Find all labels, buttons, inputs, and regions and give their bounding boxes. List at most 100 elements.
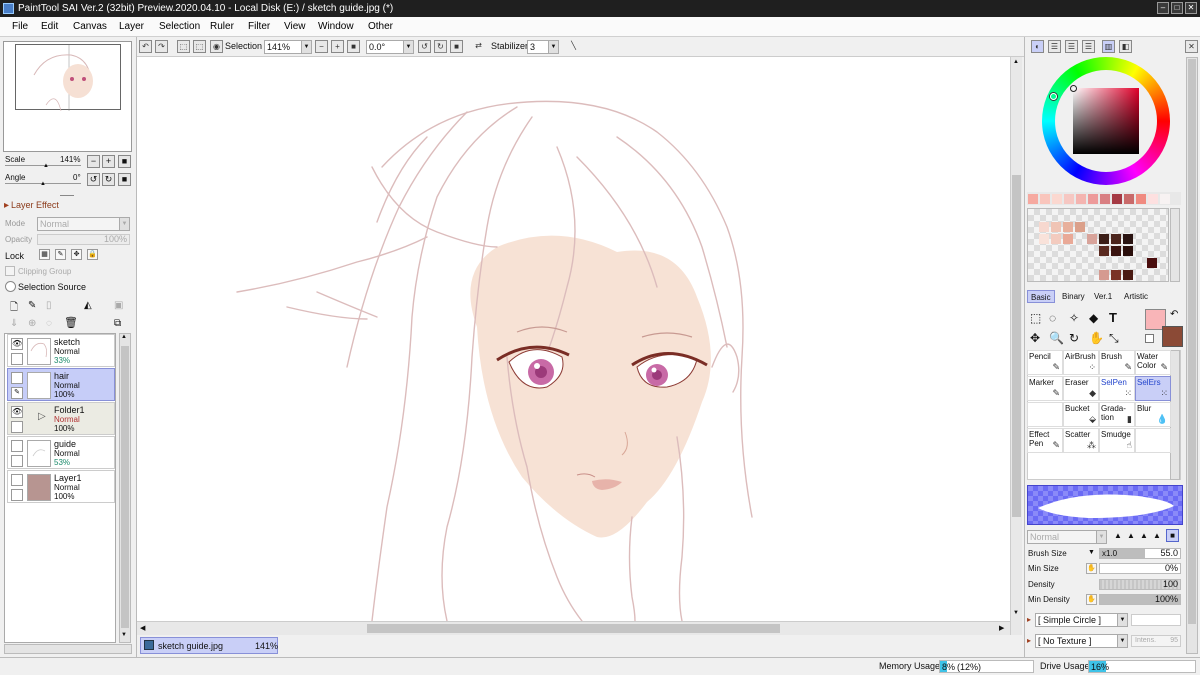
new-layer-icon[interactable]: 🗋 bbox=[10, 300, 18, 317]
vscroll-thumb[interactable] bbox=[1012, 175, 1021, 517]
new-folder-icon[interactable]: ▯ bbox=[46, 300, 52, 311]
palette-swatch[interactable] bbox=[1099, 246, 1109, 256]
palette-swatch[interactable] bbox=[1063, 234, 1073, 244]
selection-source-radio[interactable] bbox=[5, 281, 16, 292]
layer-lock-box[interactable] bbox=[11, 455, 23, 467]
new-linework-layer-icon[interactable]: ✎ bbox=[28, 300, 36, 311]
blend-mode-combo[interactable]: Normal ▼ bbox=[37, 217, 130, 231]
chevron-down-icon[interactable]: ▼ bbox=[548, 41, 558, 53]
palette-swatch[interactable] bbox=[1123, 234, 1133, 244]
tip-shape-2-icon[interactable]: ▲ bbox=[1127, 531, 1135, 540]
tab-basic[interactable]: Basic bbox=[1027, 290, 1055, 303]
stabilizer-combo[interactable]: 3 ▼ bbox=[527, 40, 559, 54]
palette-swatch[interactable] bbox=[1111, 270, 1121, 280]
rotate-reset-button[interactable]: ■ bbox=[450, 40, 463, 53]
lock-all-icon[interactable]: 🔒 bbox=[87, 249, 98, 260]
zoom-reset-button[interactable]: ■ bbox=[347, 40, 360, 53]
history-swatch[interactable] bbox=[1124, 194, 1134, 204]
scratchpad-icon[interactable]: ◧ bbox=[1119, 40, 1132, 53]
navigator-thumbnail[interactable] bbox=[15, 44, 121, 112]
menu-selection[interactable]: Selection bbox=[159, 21, 200, 32]
eye-icon[interactable]: 👁 bbox=[11, 338, 23, 350]
tool-smudge[interactable]: Smudge ☝ bbox=[1099, 428, 1135, 453]
scale-reset-button[interactable]: ■ bbox=[118, 155, 131, 168]
layer-lock-box[interactable] bbox=[11, 353, 23, 365]
document-tab[interactable]: sketch guide.jpg 141% bbox=[140, 637, 278, 654]
history-swatch[interactable] bbox=[1112, 194, 1122, 204]
chevron-down-icon[interactable]: ▼ bbox=[1096, 531, 1106, 543]
menu-layer[interactable]: Layer bbox=[119, 21, 144, 32]
panel-splitter[interactable] bbox=[60, 195, 74, 196]
chevron-down-icon[interactable]: ▼ bbox=[403, 41, 413, 53]
tab-ver1[interactable]: Ver.1 bbox=[1091, 290, 1115, 303]
tab-binary[interactable]: Binary bbox=[1059, 290, 1088, 303]
merge-down-icon[interactable]: ⊕ bbox=[28, 318, 36, 329]
hue-ring[interactable] bbox=[1042, 57, 1170, 185]
chevron-down-icon[interactable]: ▼ bbox=[301, 41, 311, 53]
hand-icon[interactable]: ✋ bbox=[1089, 331, 1104, 345]
tool-brush[interactable]: Brush ✎ bbox=[1099, 350, 1135, 375]
angle-slider-handle[interactable]: ▲ bbox=[40, 181, 46, 187]
scroll-down-icon[interactable]: ▼ bbox=[121, 632, 127, 638]
eye-icon[interactable]: 👁 bbox=[11, 406, 23, 418]
palette-scrollbar[interactable] bbox=[1170, 208, 1180, 282]
chevron-down-icon[interactable]: ▼ bbox=[1117, 635, 1127, 647]
canvas-vertical-scrollbar[interactable]: ▲ ▼ bbox=[1010, 57, 1022, 635]
rotate-left-button[interactable]: ↺ bbox=[87, 173, 100, 186]
history-swatch[interactable] bbox=[1076, 194, 1086, 204]
tool-effect-pen[interactable]: Effect Pen ✎ bbox=[1027, 428, 1063, 453]
expand-arrow-icon[interactable]: ▸ bbox=[1027, 636, 1031, 645]
chevron-down-icon[interactable]: ▼ bbox=[1117, 614, 1127, 626]
zoom-combo[interactable]: 141% ▼ bbox=[264, 40, 312, 54]
tool-bucket[interactable]: Bucket ⬙ bbox=[1063, 402, 1099, 427]
tool-blur[interactable]: Blur 💧 bbox=[1135, 402, 1171, 427]
drawing-canvas[interactable] bbox=[137, 57, 1010, 622]
hsv-slider-icon[interactable]: ☰ bbox=[1065, 40, 1078, 53]
undo-icon[interactable]: ↶ bbox=[139, 40, 152, 53]
palette-swatch[interactable] bbox=[1111, 234, 1121, 244]
sv-picker-handle[interactable] bbox=[1070, 85, 1077, 92]
pressure-icon[interactable]: ✋ bbox=[1086, 563, 1097, 574]
tool-marker[interactable]: Marker ✎ bbox=[1027, 376, 1063, 401]
tool-scatter[interactable]: Scatter ⁂ bbox=[1063, 428, 1099, 453]
menu-window[interactable]: Window bbox=[318, 21, 354, 32]
tool-selers[interactable]: SelErs ⁙ bbox=[1135, 376, 1171, 401]
folder-expand-icon[interactable]: ▷ bbox=[38, 411, 46, 422]
scroll-up-icon[interactable]: ▲ bbox=[1013, 59, 1019, 65]
chevron-down-icon[interactable]: ▼ bbox=[119, 218, 129, 230]
panel-close-icon[interactable]: ✕ bbox=[1185, 40, 1198, 53]
palette-swatch[interactable] bbox=[1051, 222, 1061, 232]
scroll-up-icon[interactable]: ▲ bbox=[121, 334, 127, 340]
tool-water-color[interactable]: Water Color ✎ bbox=[1135, 350, 1171, 375]
visibility-box[interactable] bbox=[11, 474, 23, 486]
lock-paint-icon[interactable]: ✎ bbox=[55, 249, 66, 260]
background-color-swatch[interactable] bbox=[1162, 326, 1183, 347]
palette-swatch[interactable] bbox=[1147, 258, 1157, 268]
deselect-icon[interactable]: ⬚ bbox=[177, 40, 190, 53]
scroll-left-icon[interactable]: ◀ bbox=[140, 624, 145, 632]
tool-airbrush[interactable]: AirBrush ⁘ bbox=[1063, 350, 1099, 375]
menu-ruler[interactable]: Ruler bbox=[210, 21, 234, 32]
layer-scroll-thumb[interactable] bbox=[121, 346, 129, 628]
tool-grid-scrollbar[interactable] bbox=[1170, 350, 1180, 480]
color-palette-grid[interactable] bbox=[1027, 208, 1169, 282]
tool-empty-slot[interactable] bbox=[1027, 402, 1063, 427]
scale-plus-button[interactable]: + bbox=[102, 155, 115, 168]
layer-lock-box[interactable] bbox=[11, 489, 23, 501]
history-swatch[interactable] bbox=[1136, 194, 1146, 204]
history-swatch[interactable] bbox=[1088, 194, 1098, 204]
transfer-down-icon[interactable]: ⇓ bbox=[10, 318, 18, 329]
tool-eraser[interactable]: Eraser ◆ bbox=[1063, 376, 1099, 401]
visibility-box[interactable] bbox=[11, 372, 23, 384]
palette-swatch[interactable] bbox=[1051, 234, 1061, 244]
layer-menu-icon[interactable]: ▣ bbox=[114, 300, 123, 311]
redo-icon[interactable]: ↷ bbox=[155, 40, 168, 53]
tool-empty-slot[interactable] bbox=[1135, 428, 1171, 453]
zoom-out-button[interactable]: − bbox=[315, 40, 328, 53]
swatch-mode-icon[interactable]: ☰ bbox=[1082, 40, 1095, 53]
brush-blend-combo[interactable]: Normal ▼ bbox=[1027, 530, 1107, 544]
brush-shape-strength[interactable] bbox=[1131, 614, 1181, 626]
layer-row-layer1[interactable]: Layer1 Normal 100% bbox=[7, 470, 115, 503]
menu-other[interactable]: Other bbox=[368, 21, 393, 32]
layer-row-folder1[interactable]: 👁 ▷ Folder1 Normal 100% bbox=[7, 402, 115, 435]
